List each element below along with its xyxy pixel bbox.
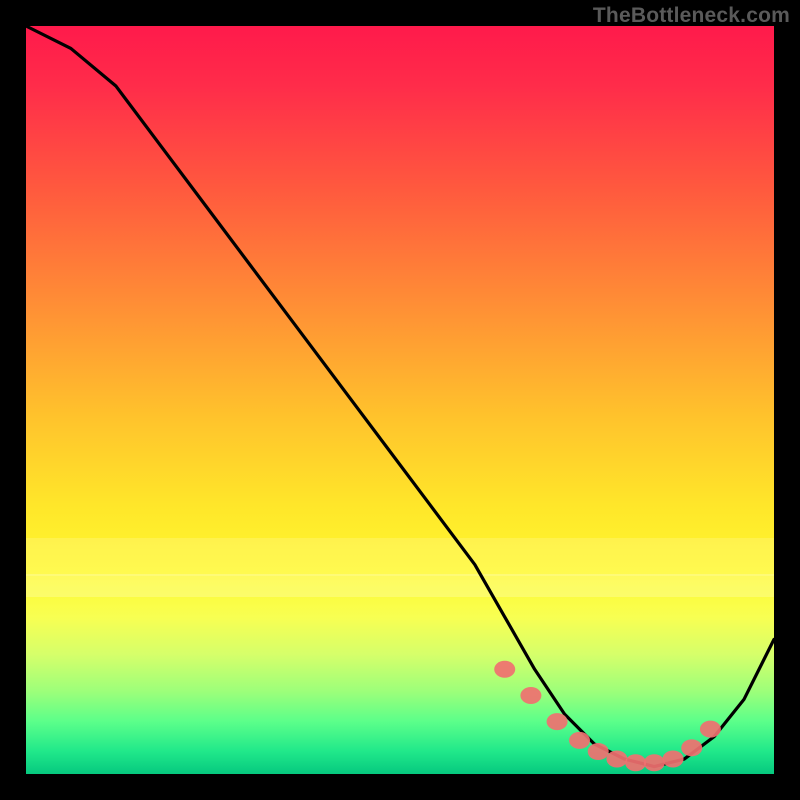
plot-area <box>26 26 774 774</box>
highlight-dot <box>700 721 721 738</box>
curve-line <box>26 26 774 767</box>
highlight-dots <box>494 661 721 772</box>
highlight-dot <box>494 661 515 678</box>
highlight-dot <box>663 751 684 768</box>
highlight-dot <box>520 687 541 704</box>
highlight-dot <box>606 751 627 768</box>
highlight-dot <box>547 713 568 730</box>
chart-stage: TheBottleneck.com <box>0 0 800 800</box>
highlight-dot <box>681 739 702 756</box>
chart-svg <box>26 26 774 774</box>
highlight-dot <box>625 754 646 771</box>
highlight-dot <box>569 732 590 749</box>
highlight-dot <box>644 754 665 771</box>
highlight-dot <box>588 743 609 760</box>
watermark-label: TheBottleneck.com <box>593 4 790 28</box>
